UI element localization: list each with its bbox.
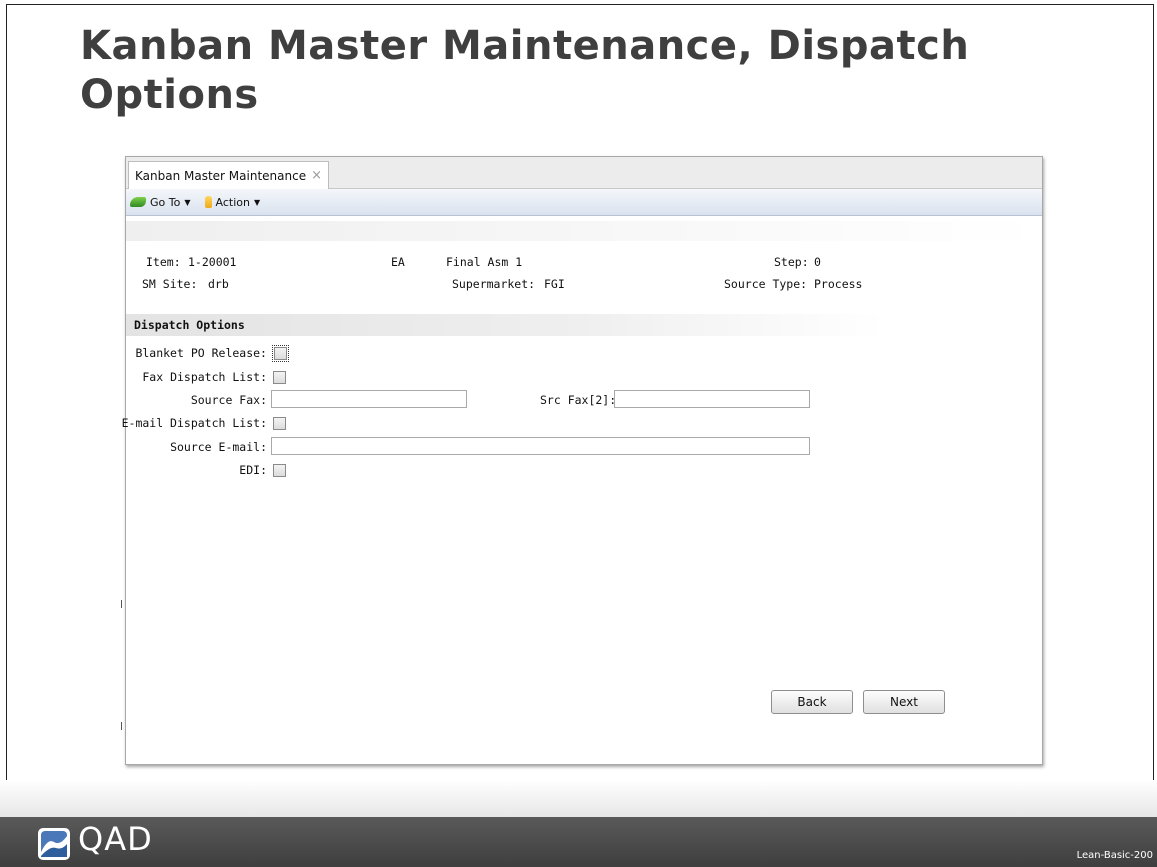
dispatch-options-heading: Dispatch Options [134,318,245,332]
src-fax-2-input[interactable] [614,390,810,408]
description-value: Final Asm 1 [446,255,523,269]
chevron-down-icon: ▼ [184,197,191,207]
window-edge-tick [121,722,122,730]
um-value: EA [391,255,405,269]
toolbar: Go To ▼ Action ▼ [126,189,1042,216]
blanket-po-release-label: Blanket PO Release: [135,346,267,360]
go-to-menu-button[interactable]: Go To ▼ [130,196,191,209]
email-dispatch-list-label: E-mail Dispatch List: [121,416,267,430]
step-value: 0 [814,255,821,269]
qad-logo-icon [38,828,70,860]
src-fax-2-label: Src Fax[2]: [540,393,617,407]
blanket-po-release-checkbox[interactable] [272,345,289,362]
supermarket-value: FGI [544,277,565,291]
source-type-label: Source Type: [724,277,808,291]
source-fax-label: Source Fax: [190,393,267,407]
item-value: 1-20001 [188,255,237,269]
email-dispatch-list-checkbox[interactable] [273,417,286,430]
slide-code: Lean-Basic-200 [1076,850,1153,861]
source-email-label: Source E-mail: [170,440,267,454]
next-button[interactable]: Next [863,690,945,714]
app-window: Kanban Master Maintenance × Go To ▼ Acti… [121,156,1043,765]
source-type-value: Process [814,277,863,291]
chevron-down-icon: ▼ [253,197,261,207]
supermarket-label: Supermarket: [452,277,536,291]
action-label: Action [215,195,250,209]
back-button[interactable]: Back [771,690,853,714]
header-band [126,221,1042,241]
go-to-label: Go To [150,195,181,209]
footer-fade [0,780,1157,818]
qad-logo-text: QAD [78,820,153,858]
tab-strip: Kanban Master Maintenance × [126,157,1042,189]
fax-dispatch-list-checkbox[interactable] [273,371,286,384]
tab-kanban-master-maintenance[interactable]: Kanban Master Maintenance × [128,161,329,189]
close-icon[interactable]: × [311,168,322,183]
source-email-input[interactable] [271,437,810,455]
slide-title: Kanban Master Maintenance, Dispatch Opti… [80,23,970,118]
fax-dispatch-list-label: Fax Dispatch List: [142,370,267,384]
source-fax-input[interactable] [271,390,467,408]
edi-label: EDI: [239,463,267,477]
sm-site-label: SM Site: [142,277,198,291]
window-edge-tick [121,600,122,608]
go-to-icon [130,197,146,207]
sm-site-value: drb [208,277,229,291]
tab-label: Kanban Master Maintenance [135,168,307,183]
action-icon [204,196,212,208]
step-label: Step: [774,255,809,269]
action-menu-button[interactable]: Action ▼ [204,195,261,209]
item-label: Item: [146,255,181,269]
footer-bar [0,817,1157,867]
edi-checkbox[interactable] [273,464,286,477]
